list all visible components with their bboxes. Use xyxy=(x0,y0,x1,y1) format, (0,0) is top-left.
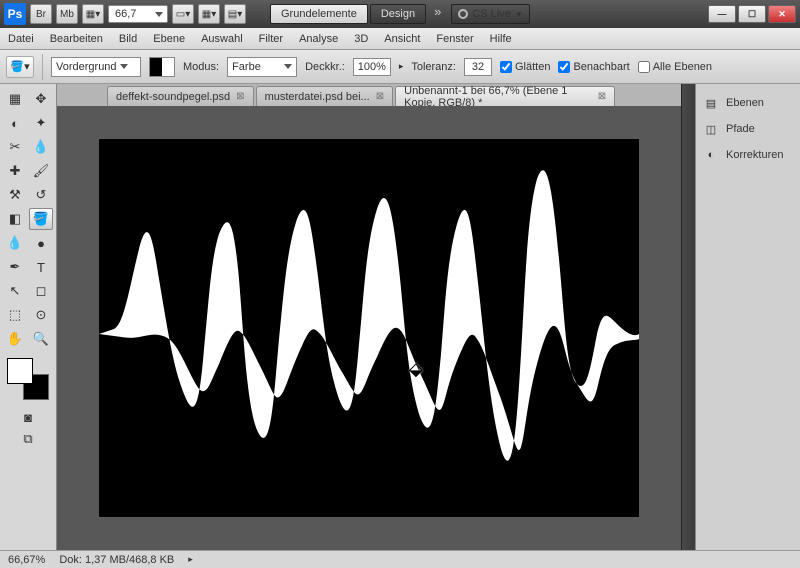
tool-pen[interactable]: ✒ xyxy=(3,256,27,278)
menu-ansicht[interactable]: Ansicht xyxy=(384,33,420,45)
document-tabs: deffekt-soundpegel.psd⊠ musterdatei.psd … xyxy=(57,84,681,106)
tool-brush[interactable]: 🖌 xyxy=(29,160,53,182)
doc-tab-0[interactable]: deffekt-soundpegel.psd⊠ xyxy=(107,86,254,106)
tool-eraser[interactable]: ◧ xyxy=(3,208,27,230)
workspace-switcher: Grundelemente Design » xyxy=(270,4,447,24)
menu-ebene[interactable]: Ebene xyxy=(153,33,185,45)
all-layers-checkbox[interactable]: Alle Ebenen xyxy=(638,61,712,73)
screen-mode-button[interactable]: ▭▾ xyxy=(172,4,194,24)
deckkr-label: Deckkr.: xyxy=(305,61,345,73)
cslive-button[interactable]: CS Live▼ xyxy=(451,4,529,24)
tool-type[interactable]: T xyxy=(29,256,53,278)
tool-crop[interactable]: ✂ xyxy=(3,136,27,158)
color-picker[interactable] xyxy=(7,358,49,400)
tool-3d[interactable]: ⬚ xyxy=(3,304,27,326)
layers-icon: ▤ xyxy=(702,94,720,112)
menu-bearbeiten[interactable]: Bearbeiten xyxy=(50,33,103,45)
waveform-artwork xyxy=(99,139,639,517)
canvas-viewport[interactable]: ⬙ xyxy=(57,106,681,550)
window-maximize[interactable]: ☐ xyxy=(738,5,766,23)
menu-datei[interactable]: Datei xyxy=(8,33,34,45)
bucket-cursor-icon: ⬙ xyxy=(409,359,423,380)
close-icon[interactable]: ⊠ xyxy=(236,91,244,102)
tool-zoom[interactable]: 🔍 xyxy=(29,328,53,350)
panel-korrekturen[interactable]: ◐Korrekturen xyxy=(700,142,796,168)
panel-collapse-strip[interactable] xyxy=(681,84,695,550)
adjustments-icon: ◐ xyxy=(702,146,720,164)
pattern-swatch[interactable] xyxy=(149,57,175,77)
tool-stamp[interactable]: ⚒ xyxy=(3,184,27,206)
tool-marquee[interactable]: ✥ xyxy=(29,88,53,110)
menu-hilfe[interactable]: Hilfe xyxy=(490,33,512,45)
zoom-status[interactable]: 66,67% xyxy=(8,554,45,566)
panel-ebenen[interactable]: ▤Ebenen xyxy=(700,90,796,116)
toolbox: ▦✥ ◐✦ ✂💧 ✚🖌 ⚒↺ ◧🪣 💧● ✒T ↖◻ ⬚⊙ ✋🔍 ◙ ⧉ xyxy=(0,84,57,550)
menu-filter[interactable]: Filter xyxy=(259,33,283,45)
current-tool-icon[interactable]: 🪣▾ xyxy=(6,56,34,78)
tool-camera[interactable]: ⊙ xyxy=(29,304,53,326)
workspace-more[interactable]: » xyxy=(428,4,447,24)
modus-dropdown[interactable]: Farbe xyxy=(227,57,297,77)
menu-analyse[interactable]: Analyse xyxy=(299,33,338,45)
zoom-dropdown[interactable]: 66,7 xyxy=(108,5,168,23)
extras-button[interactable]: ▦▾ xyxy=(198,4,220,24)
foreground-color[interactable] xyxy=(7,358,33,384)
panel-dock: ▤Ebenen ◫Pfade ◐Korrekturen xyxy=(695,84,800,550)
menu-fenster[interactable]: Fenster xyxy=(436,33,473,45)
cslive-icon xyxy=(458,9,468,19)
tool-eyedrop[interactable]: 💧 xyxy=(29,136,53,158)
opacity-input[interactable] xyxy=(353,58,391,76)
options-bar: 🪣▾ Vordergrund Modus: Farbe Deckkr.: ▸ T… xyxy=(0,50,800,84)
tool-path[interactable]: ↖ xyxy=(3,280,27,302)
paths-icon: ◫ xyxy=(702,120,720,138)
tool-move[interactable]: ▦ xyxy=(3,88,27,110)
tool-wand[interactable]: ✦ xyxy=(29,112,53,134)
workspace-tab-design[interactable]: Design xyxy=(370,4,426,24)
contiguous-checkbox[interactable]: Benachbart xyxy=(558,61,629,73)
canvas[interactable]: ⬙ xyxy=(99,139,639,517)
chevron-down-icon xyxy=(155,12,163,17)
menu-3d[interactable]: 3D xyxy=(354,33,368,45)
window-minimize[interactable]: — xyxy=(708,5,736,23)
bridge-button[interactable]: Br xyxy=(30,4,52,24)
layout-button[interactable]: ▦▾ xyxy=(82,4,104,24)
panel-pfade[interactable]: ◫Pfade xyxy=(700,116,796,142)
antialias-checkbox[interactable]: Glätten xyxy=(500,61,550,73)
quickmask-toggle[interactable]: ◙ xyxy=(16,406,40,428)
screenmode-toggle[interactable]: ⧉ xyxy=(16,428,40,450)
zoom-value: 66,7 xyxy=(115,8,136,20)
doc-tab-2[interactable]: Unbenannt-1 bei 66,7% (Ebene 1 Kopie, RG… xyxy=(395,86,615,106)
tool-dodge[interactable]: ● xyxy=(29,232,53,254)
statusbar: 66,67% Dok: 1,37 MB/468,8 KB ▸ xyxy=(0,550,800,568)
minibridge-button[interactable]: Mb xyxy=(56,4,78,24)
tool-blur[interactable]: 💧 xyxy=(3,232,27,254)
menu-bild[interactable]: Bild xyxy=(119,33,137,45)
tool-lasso[interactable]: ◐ xyxy=(3,112,27,134)
menu-auswahl[interactable]: Auswahl xyxy=(201,33,243,45)
arrange-button[interactable]: ▤▾ xyxy=(224,4,246,24)
close-icon[interactable]: ⊠ xyxy=(598,91,606,102)
menubar: Datei Bearbeiten Bild Ebene Auswahl Filt… xyxy=(0,28,800,50)
tool-shape[interactable]: ◻ xyxy=(29,280,53,302)
toleranz-label: Toleranz: xyxy=(411,61,456,73)
tool-history[interactable]: ↺ xyxy=(29,184,53,206)
close-icon[interactable]: ⊠ xyxy=(376,91,384,102)
tolerance-input[interactable] xyxy=(464,58,492,76)
doc-tab-1[interactable]: musterdatei.psd bei...⊠ xyxy=(256,86,394,106)
titlebar: Ps Br Mb ▦▾ 66,7 ▭▾ ▦▾ ▤▾ Grundelemente … xyxy=(0,0,800,28)
tool-bucket[interactable]: 🪣 xyxy=(29,208,53,230)
tool-heal[interactable]: ✚ xyxy=(3,160,27,182)
app-logo: Ps xyxy=(4,3,26,25)
doc-size-status[interactable]: Dok: 1,37 MB/468,8 KB xyxy=(59,554,174,566)
tool-hand[interactable]: ✋ xyxy=(3,328,27,350)
workspace-tab-essentials[interactable]: Grundelemente xyxy=(270,4,368,24)
fill-source-dropdown[interactable]: Vordergrund xyxy=(51,57,141,77)
window-close[interactable]: ✕ xyxy=(768,5,796,23)
modus-label: Modus: xyxy=(183,61,219,73)
